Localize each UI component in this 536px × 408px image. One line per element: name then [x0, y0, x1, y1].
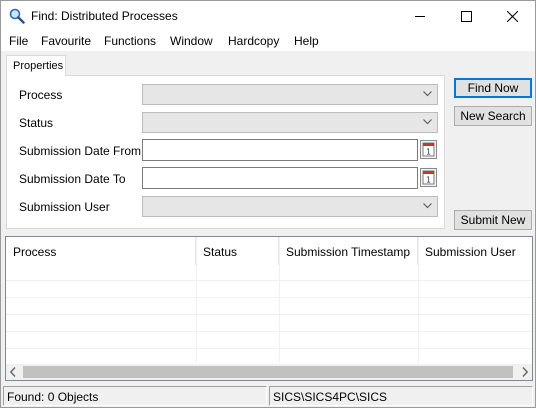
status-found: Found: 0 Objects	[3, 386, 267, 406]
grid-line	[418, 237, 419, 363]
status-path: SICS\SICS4PC\SICS	[269, 386, 533, 406]
menu-file[interactable]: File	[9, 34, 28, 48]
maximize-icon	[460, 10, 472, 22]
date-from-input[interactable]	[142, 139, 418, 161]
column-header-submission-user[interactable]: Submission User	[418, 237, 532, 265]
menu-bar: File Favourite Functions Window Hardcopy…	[1, 31, 535, 51]
minimize-button[interactable]	[397, 1, 443, 31]
menu-favourite[interactable]: Favourite	[41, 34, 91, 48]
menu-window[interactable]: Window	[170, 34, 213, 48]
menu-functions[interactable]: Functions	[104, 34, 156, 48]
grid-line	[6, 348, 532, 349]
grid-line	[196, 237, 197, 363]
find-window: Find: Distributed Processes File Favouri…	[0, 0, 536, 408]
svg-text:1: 1	[426, 176, 431, 185]
results-list[interactable]: Process Status Submission Timestamp Subm…	[5, 236, 533, 381]
svg-text:1: 1	[426, 148, 431, 157]
title-bar: Find: Distributed Processes	[1, 1, 535, 31]
find-now-button[interactable]: Find Now	[454, 78, 532, 98]
close-button[interactable]	[489, 1, 535, 31]
new-search-button[interactable]: New Search	[454, 106, 532, 126]
chevron-down-icon	[423, 203, 432, 209]
status-label: Status	[19, 116, 54, 130]
submit-new-button[interactable]: Submit New	[454, 210, 532, 230]
calendar-icon[interactable]: 1	[420, 140, 437, 159]
properties-panel: Process Status Submission Date From 1 Su…	[6, 75, 445, 229]
tab-properties[interactable]: Properties	[6, 55, 66, 76]
window-title: Find: Distributed Processes	[31, 9, 178, 23]
grid-line	[6, 331, 532, 332]
menu-hardcopy[interactable]: Hardcopy	[228, 34, 279, 48]
maximize-button[interactable]	[443, 1, 489, 31]
calendar-icon[interactable]: 1	[420, 168, 437, 187]
menu-help[interactable]: Help	[294, 34, 319, 48]
horizontal-scrollbar[interactable]	[6, 364, 532, 380]
status-combo[interactable]	[142, 112, 438, 133]
process-combo[interactable]	[142, 84, 438, 105]
grid-line	[6, 280, 532, 281]
chevron-down-icon	[423, 91, 432, 97]
date-to-label: Submission Date To	[19, 172, 126, 186]
column-header-status[interactable]: Status	[196, 237, 279, 265]
user-combo[interactable]	[142, 196, 438, 217]
grid-line	[279, 237, 280, 363]
column-header-submission-timestamp[interactable]: Submission Timestamp	[279, 237, 418, 265]
scrollbar-thumb[interactable]	[23, 366, 513, 378]
process-label: Process	[19, 88, 63, 102]
column-header-process[interactable]: Process	[6, 237, 196, 265]
chevron-down-icon	[423, 119, 432, 125]
grid-line	[6, 314, 532, 315]
close-icon	[506, 10, 518, 22]
status-bar: Found: 0 Objects SICS\SICS4PC\SICS	[1, 385, 535, 407]
magnifier-icon	[9, 8, 25, 24]
grid-line	[6, 297, 532, 298]
date-from-label: Submission Date From	[19, 144, 142, 158]
user-label: Submission User	[19, 200, 110, 214]
scroll-left-icon[interactable]	[10, 367, 16, 377]
minimize-icon	[415, 16, 425, 17]
scroll-right-icon[interactable]	[522, 367, 528, 377]
date-to-input[interactable]	[142, 167, 418, 189]
